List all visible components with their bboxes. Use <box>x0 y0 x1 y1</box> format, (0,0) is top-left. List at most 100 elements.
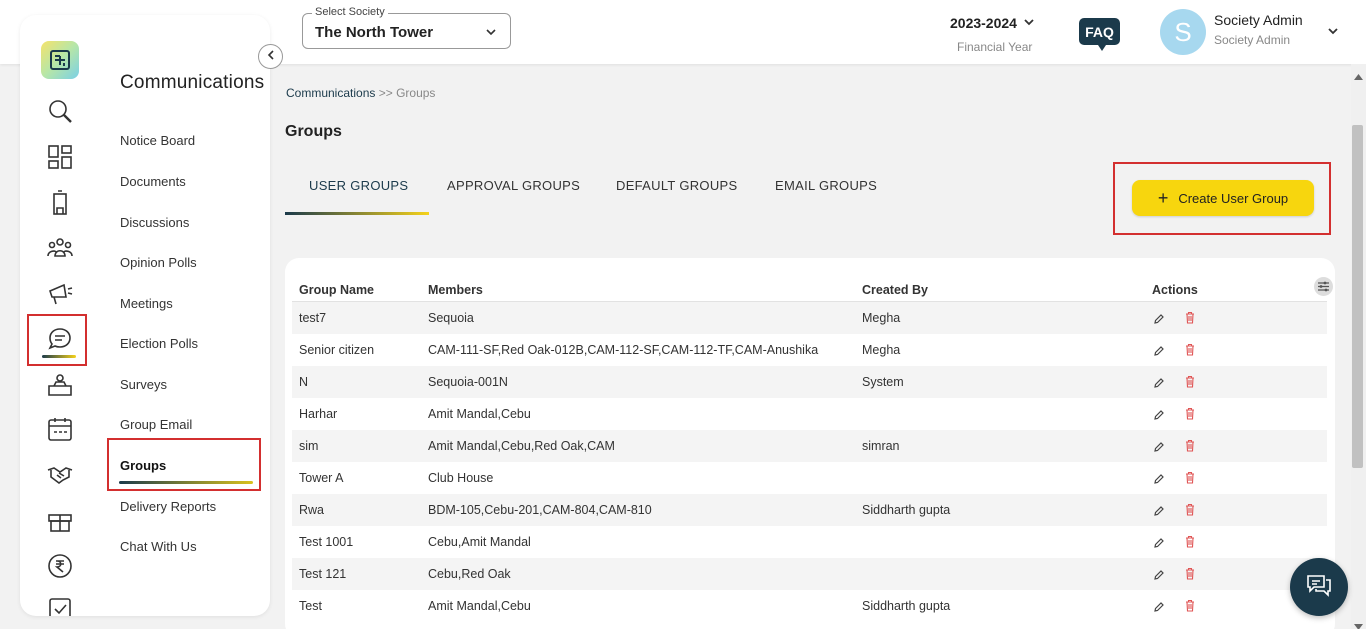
calendar-icon[interactable] <box>44 413 76 445</box>
cell-members: Amit Mandal,Cebu <box>428 599 531 613</box>
people-icon[interactable] <box>44 232 76 264</box>
cell-group-name: sim <box>299 439 319 453</box>
edit-pencil-icon[interactable] <box>1153 344 1165 362</box>
cell-members: CAM-111-SF,Red Oak-012B,CAM-112-SF,CAM-1… <box>428 343 819 357</box>
collapse-sidebar-button[interactable] <box>258 44 283 69</box>
cell-members: Cebu,Amit Mandal <box>428 535 531 549</box>
sidebar-item-discussions[interactable]: Discussions <box>120 215 189 230</box>
tab-email-groups[interactable]: EMAIL GROUPS <box>775 178 877 193</box>
app-logo-icon[interactable] <box>41 41 79 79</box>
delete-trash-icon[interactable] <box>1184 471 1196 489</box>
delete-trash-icon[interactable] <box>1184 375 1196 393</box>
column-header-group-name[interactable]: Group Name <box>299 283 374 297</box>
cell-group-name: Test 121 <box>299 567 347 581</box>
handshake-icon[interactable] <box>44 458 76 490</box>
column-header-actions: Actions <box>1152 283 1198 297</box>
cell-members: Sequoia <box>428 311 474 325</box>
cell-group-name: Harhar <box>299 407 338 421</box>
chat-support-button[interactable] <box>1290 558 1348 616</box>
page-title: Groups <box>285 123 342 140</box>
desk-icon[interactable] <box>44 369 76 401</box>
breadcrumb-separator: >> <box>378 86 393 100</box>
user-menu-chevron-icon[interactable] <box>1326 24 1340 43</box>
groups-table: Group Name Members Created By Actions te… <box>285 258 1335 629</box>
cell-group-name: test7 <box>299 311 327 325</box>
rupee-icon[interactable] <box>44 550 76 582</box>
chevron-down-icon <box>1023 15 1035 31</box>
scroll-up-arrow-icon[interactable] <box>1354 67 1363 85</box>
avatar[interactable]: S <box>1160 9 1206 55</box>
edit-pencil-icon[interactable] <box>1153 472 1165 490</box>
edit-pencil-icon[interactable] <box>1153 312 1165 330</box>
tab-default-groups[interactable]: DEFAULT GROUPS <box>616 178 737 193</box>
cell-group-name: N <box>299 375 309 389</box>
search-icon[interactable] <box>44 95 76 127</box>
tab-user-groups[interactable]: USER GROUPS <box>309 178 408 193</box>
delete-trash-icon[interactable] <box>1184 535 1196 553</box>
create-user-group-button[interactable]: + Create User Group <box>1132 180 1314 216</box>
breadcrumb-communications-link[interactable]: Communications <box>286 86 375 100</box>
tab-approval-groups[interactable]: APPROVAL GROUPS <box>447 178 580 193</box>
table-row: Rwa BDM-105,Cebu-201,CAM-804,CAM-810 Sid… <box>292 494 1327 526</box>
cell-created-by: simran <box>862 439 900 453</box>
column-settings-icon[interactable] <box>1314 277 1333 296</box>
delete-trash-icon[interactable] <box>1184 407 1196 425</box>
sidebar-item-meetings[interactable]: Meetings <box>120 296 173 311</box>
sidebar-item-election-polls[interactable]: Election Polls <box>120 336 198 351</box>
dashboard-icon[interactable] <box>44 141 76 173</box>
scroll-down-arrow-icon[interactable] <box>1354 617 1363 629</box>
table-row: Test 1001 Cebu,Amit Mandal <box>292 526 1327 558</box>
table-header: Group Name Members Created By Actions <box>292 266 1333 302</box>
sidebar-item-notice-board[interactable]: Notice Board <box>120 133 195 148</box>
scrollbar-thumb[interactable] <box>1352 125 1363 468</box>
table-row: sim Amit Mandal,Cebu,Red Oak,CAM simran <box>292 430 1327 462</box>
delete-trash-icon[interactable] <box>1184 439 1196 457</box>
select-society-dropdown[interactable]: Select Society The North Tower <box>302 6 511 49</box>
cell-created-by: Megha <box>862 311 901 325</box>
checklist-icon[interactable] <box>44 593 76 616</box>
table-row: test7 Sequoia Megha <box>292 302 1327 334</box>
create-user-group-label: Create User Group <box>1178 190 1289 206</box>
sidebar-item-opinion-polls[interactable]: Opinion Polls <box>120 255 197 270</box>
column-header-created-by[interactable]: Created By <box>862 283 928 297</box>
sidebar-item-surveys[interactable]: Surveys <box>120 377 167 392</box>
delete-trash-icon[interactable] <box>1184 503 1196 521</box>
cell-group-name: Test 1001 <box>299 535 354 549</box>
sidebar-item-delivery-reports[interactable]: Delivery Reports <box>120 499 216 514</box>
cell-members: Amit Mandal,Cebu <box>428 407 531 421</box>
delete-trash-icon[interactable] <box>1184 599 1196 617</box>
edit-pencil-icon[interactable] <box>1153 504 1165 522</box>
column-header-members[interactable]: Members <box>428 283 483 297</box>
delete-trash-icon[interactable] <box>1184 343 1196 361</box>
cell-created-by: Siddharth gupta <box>862 503 951 517</box>
edit-pencil-icon[interactable] <box>1153 376 1165 394</box>
edit-pencil-icon[interactable] <box>1153 536 1165 554</box>
gift-icon[interactable] <box>44 504 76 536</box>
cell-members: BDM-105,Cebu-201,CAM-804,CAM-810 <box>428 503 652 517</box>
building-icon[interactable] <box>44 187 76 219</box>
rail-active-highlight <box>27 314 87 366</box>
megaphone-icon[interactable] <box>44 277 76 309</box>
select-society-value: The North Tower <box>315 24 434 41</box>
breadcrumb: Communications >> Groups <box>286 86 435 100</box>
user-role: Society Admin <box>1214 33 1291 47</box>
sidebar-item-chat-with-us[interactable]: Chat With Us <box>120 539 197 554</box>
table-row: Test 121 Cebu,Red Oak <box>292 558 1327 590</box>
table-row: Harhar Amit Mandal,Cebu <box>292 398 1327 430</box>
edit-pencil-icon[interactable] <box>1153 440 1165 458</box>
user-name[interactable]: Society Admin <box>1214 12 1303 28</box>
chevron-down-icon <box>484 25 498 44</box>
sidebar-item-documents[interactable]: Documents <box>120 174 186 189</box>
edit-pencil-icon[interactable] <box>1153 408 1165 426</box>
delete-trash-icon[interactable] <box>1184 311 1196 329</box>
faq-button[interactable]: FAQ <box>1079 18 1120 51</box>
edit-pencil-icon[interactable] <box>1153 600 1165 618</box>
sidebar-item-group-email[interactable]: Group Email <box>120 417 192 432</box>
delete-trash-icon[interactable] <box>1184 567 1196 585</box>
cell-created-by: Megha <box>862 343 901 357</box>
edit-pencil-icon[interactable] <box>1153 568 1165 586</box>
cell-members: Cebu,Red Oak <box>428 567 511 581</box>
cell-members: Club House <box>428 471 494 485</box>
table-row: Senior citizen CAM-111-SF,Red Oak-012B,C… <box>292 334 1327 366</box>
financial-year-selector[interactable]: 2023-2024 Financial Year <box>950 15 1035 54</box>
